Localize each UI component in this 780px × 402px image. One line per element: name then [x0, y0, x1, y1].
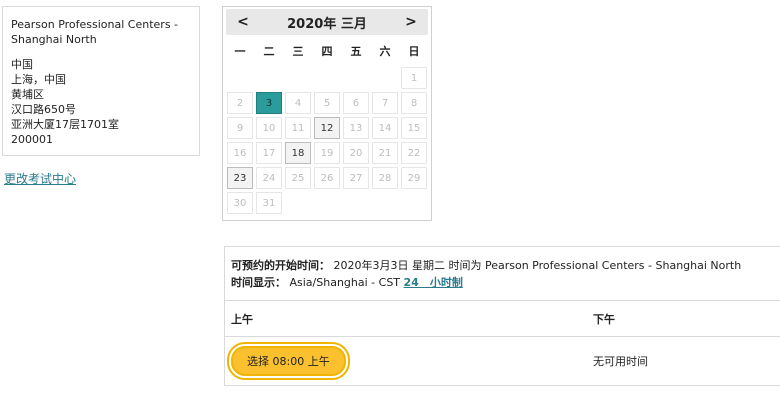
calendar-day-30: 30 [227, 192, 253, 214]
calendar-day-17: 17 [256, 142, 282, 164]
calendar-day-6: 6 [343, 92, 369, 114]
calendar-empty-cell [314, 67, 340, 89]
address-line: 亚洲大厦17层1701室 [11, 118, 119, 131]
calendar-header: < 2020年 三月 > [226, 9, 428, 35]
weekday-label: 五 [350, 45, 362, 58]
afternoon-header: 下午 [593, 312, 615, 326]
calendar-day-27: 27 [343, 167, 369, 189]
calendar-day-14: 14 [372, 117, 398, 139]
calendar-day-21: 21 [372, 142, 398, 164]
address-line: 黄埔区 [11, 88, 44, 101]
start-time-label: 可预约的开始时间： [231, 259, 330, 272]
calendar-day-20: 20 [343, 142, 369, 164]
calendar-day-16: 16 [227, 142, 253, 164]
calendar-month-title: 2020年 三月 [287, 16, 367, 32]
hour-format-link[interactable]: 24 小时制 [404, 276, 463, 289]
calendar-day-4: 4 [285, 92, 311, 114]
address-line: 汉口路650号 [11, 103, 76, 116]
calendar-day-3[interactable]: 3 [256, 92, 282, 114]
availability-panel: 可预约的开始时间： 2020年3月3日 星期二 时间为 Pearson Prof… [224, 246, 780, 386]
weekday-label: 一 [234, 45, 246, 58]
time-slots-row: 选择 08:00 上午 无可用时间 [225, 337, 780, 385]
calendar-day-2: 2 [227, 92, 253, 114]
calendar-empty-cell [343, 67, 369, 89]
calendar-day-12[interactable]: 12 [314, 117, 340, 139]
no-availability-text: 无可用时间 [593, 355, 648, 368]
availability-summary: 可预约的开始时间： 2020年3月3日 星期二 时间为 Pearson Prof… [225, 247, 780, 301]
calendar-day-11: 11 [285, 117, 311, 139]
next-month-button[interactable]: > [404, 14, 418, 30]
change-test-center-link[interactable]: 更改考试中心 [4, 170, 76, 187]
calendar-day-24: 24 [256, 167, 282, 189]
calendar-empty-cell [256, 67, 282, 89]
select-time-button[interactable]: 选择 08:00 上午 [227, 342, 350, 380]
timezone-text: Asia/Shanghai - CST [289, 276, 401, 289]
calendar-day-31: 31 [256, 192, 282, 214]
address-line: 200001 [11, 133, 53, 146]
calendar-day-13: 13 [343, 117, 369, 139]
start-time-text: 2020年3月3日 星期二 时间为 Pearson Professional C… [333, 259, 742, 272]
previous-month-button[interactable]: < [236, 14, 250, 30]
calendar-day-10: 10 [256, 117, 282, 139]
calendar-day-1: 1 [401, 67, 427, 89]
time-columns-header: 上午 下午 [225, 301, 780, 337]
test-center-name: Pearson Professional Centers - Shanghai … [11, 18, 179, 46]
calendar-day-7: 7 [372, 92, 398, 114]
morning-header: 上午 [231, 312, 253, 326]
calendar-day-23[interactable]: 23 [227, 167, 253, 189]
weekday-label: 六 [379, 45, 391, 58]
calendar-grid: 一 二 三 四 五 六 日 1 2 3 4 5 6 7 8 9 10 11 12 13 14 15 16 17 1… [226, 40, 428, 214]
test-center-card: Pearson Professional Centers - Shanghai … [2, 6, 200, 156]
calendar-day-28: 28 [372, 167, 398, 189]
calendar-empty-cell [372, 67, 398, 89]
calendar-day-18[interactable]: 18 [285, 142, 311, 164]
calendar-empty-cell [285, 67, 311, 89]
calendar-day-26: 26 [314, 167, 340, 189]
calendar-day-29: 29 [401, 167, 427, 189]
calendar-day-22: 22 [401, 142, 427, 164]
weekday-label: 二 [263, 45, 275, 58]
date-picker-calendar: < 2020年 三月 > 一 二 三 四 五 六 日 1 2 3 4 5 6 7 8 9 10 11… [222, 6, 432, 221]
timezone-label: 时间显示： [231, 276, 286, 289]
weekday-label: 日 [408, 45, 420, 58]
weekday-label: 四 [321, 45, 333, 58]
address-line: 上海，中国 [11, 73, 66, 86]
address-line: 中国 [11, 58, 33, 71]
calendar-day-9: 9 [227, 117, 253, 139]
calendar-empty-cell [227, 67, 253, 89]
weekday-label: 三 [292, 45, 304, 58]
calendar-day-15: 15 [401, 117, 427, 139]
calendar-day-8: 8 [401, 92, 427, 114]
calendar-day-19: 19 [314, 142, 340, 164]
calendar-day-5: 5 [314, 92, 340, 114]
calendar-day-25: 25 [285, 167, 311, 189]
